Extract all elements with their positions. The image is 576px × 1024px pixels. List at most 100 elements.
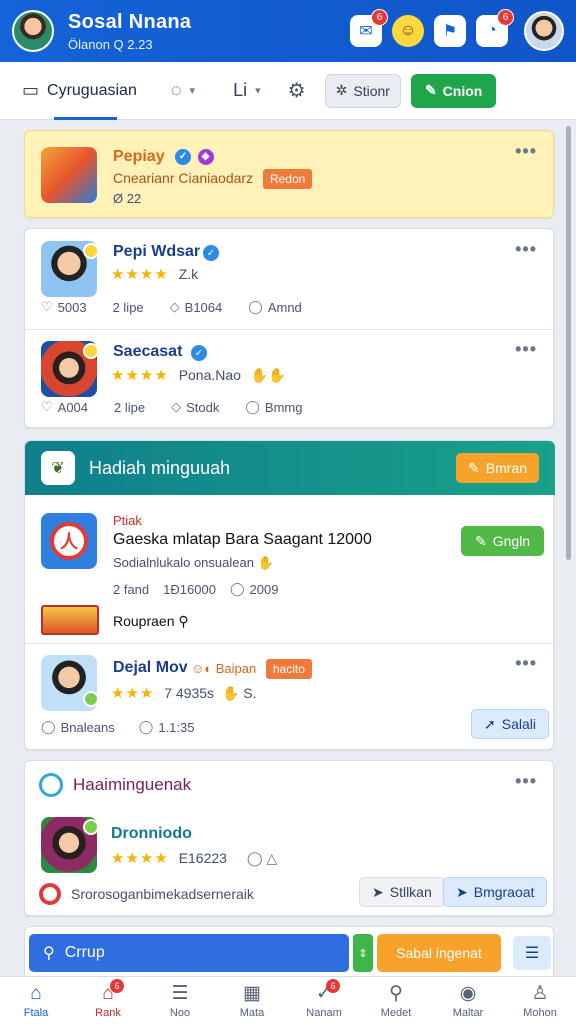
feed-card-highlighted[interactable]: ••• Pepiay ✓ ◈ Cnearianr Cianiaodarz Red… [24,130,554,218]
chat-badge: 6 [371,9,388,26]
user-rating-row: ★★★★ Z.k [111,265,198,283]
stat-shares[interactable]: 2 lipe [113,299,144,315]
stat-comments[interactable]: ◯ 2009 [230,581,278,597]
gear-icon: ⚙ [287,80,306,102]
nav-item-rank[interactable]: ⌂ 6 Rank [72,977,144,1024]
send-icon: ➤ [456,883,468,900]
comment-icon: ◯ [41,719,56,734]
scrollbar[interactable] [566,126,571,560]
green-action-button[interactable]: ✎ Cnion [410,73,497,108]
group-primary-button-label: Bmgraoat [473,884,535,900]
alarm-thumbnail[interactable]: 人 [41,513,97,569]
stat-likes[interactable]: ♡ 5003 [41,299,87,315]
post-action-button[interactable]: ✎ Gngln [461,526,545,556]
group-icon [39,773,63,797]
member-name[interactable]: Dronniodo [111,825,192,843]
notification-button[interactable]: ◔ 6 [476,9,514,47]
header-actions: ✉ 6 ☺ ⚑ ◔ 6 [350,9,564,51]
tab-filter-dropdown[interactable]: Li ▾ [225,62,269,120]
app-subtitle: Ölanon Q 2.23 [68,36,153,52]
chevron-down-icon: ▾ [189,85,196,97]
search-submit-button[interactable]: Sabal ingenat [377,934,501,972]
promo-banner-button-label: Bmran [485,460,527,476]
user-name[interactable]: Saecasat [113,343,182,361]
post-title: Gaeska mlatap Bara Saagant 12000 [113,531,372,548]
tab-cyruguasian[interactable]: ▭ Cyruguasian [14,62,145,120]
group-primary-button[interactable]: ➤ Bmgraoat [443,877,548,907]
nav-item-ftala[interactable]: ⌂ Ftala [0,977,72,1024]
settings-icon: ✲ [335,82,348,98]
group-card: ••• Haaiminguenak Dronniodo ★★★★ E16223 … [24,760,554,916]
flag-button[interactable]: ⚑ [434,15,466,47]
stat-time-value: 2 fand [113,581,150,597]
promo-banner: ❦ Hadiah minguuah ✎ Bmran [25,441,555,495]
share-icon: ➚ [484,715,496,732]
user-name[interactable]: Dejal Mov [113,659,188,677]
verified-icon: ✓ [175,148,192,165]
group-plain-button[interactable]: ➤ Stllkan [359,877,445,907]
user-stats: ♡ A004 2 lipe ◇ Stodk ◯ Bmmg [41,399,302,415]
reward-label-text: Roupraen [113,613,175,629]
user-name[interactable]: Pepi Wdsar [113,243,200,261]
app-avatar[interactable] [12,10,54,52]
nav-item-noo[interactable]: ☰ Noo [144,977,216,1024]
group-title[interactable]: Haaiminguenak [73,775,191,795]
stat-likes-value: 5003 [57,299,87,315]
member-stat: E16223 [178,850,227,866]
stat-loans[interactable]: ◯ Bnaleans [41,719,115,735]
promo-footer-button[interactable]: ➚ Salali [471,709,549,739]
stat-time[interactable]: ◯ 1.1:35 [139,719,195,735]
chevron-down-icon: ▾ [255,85,261,97]
more-options-icon[interactable]: ••• [515,653,537,674]
emoji-icon: ☺◐ [191,661,213,676]
gear-button[interactable]: ⚙ [283,77,311,105]
stat-comments[interactable]: ◯ Amnd [248,299,302,315]
nav-item-mohon[interactable]: ♙ Mohon [504,977,576,1024]
grey-action-button[interactable]: ✲ Stionr [324,73,401,108]
search-input[interactable]: ⚲ Crrup [29,934,349,972]
filter-icon: Li [233,80,248,100]
user-rating-row: ★★★ 7 4935s ✋ S. [111,684,257,702]
stat-views[interactable]: ◇ Stodk [171,399,219,415]
more-options-icon[interactable]: ••• [515,771,537,792]
comment-icon: ◯ [229,581,245,596]
nav-label: Ftala [23,1006,49,1019]
list-view-button[interactable]: ☰ [513,936,551,970]
profile-avatar[interactable] [524,11,564,51]
more-options-icon[interactable]: ••• [515,339,537,360]
nav-label: Mohon [523,1006,557,1019]
user-status-badge [83,243,99,259]
nav-item-mata[interactable]: ▦ Mata [216,977,288,1024]
more-options-icon[interactable]: ••• [515,141,537,162]
nav-badge: 6 [110,979,124,993]
user-stat: 7 4935s [164,685,215,701]
clap-icon: ✋✋ [250,367,286,383]
chat-button[interactable]: ✉ 6 [350,9,388,47]
emoji-button[interactable]: ☺ [392,15,424,47]
post-author[interactable]: Pepiay ✓ ◈ [113,148,214,166]
user-tag[interactable]: hacito [265,659,312,679]
stat-likes[interactable]: ♡ A004 [41,399,88,415]
gift-icon: ❦ [41,451,75,485]
pencil-icon: ✎ [468,459,480,476]
stat-shares[interactable]: 2 lipe [114,399,145,415]
search-toggle[interactable]: ⇕ [353,934,373,972]
stat-count: 1Ð16000 [163,581,216,597]
post-thumbnail[interactable] [41,147,97,203]
post-subtitle-text: Sodialnlukalo onsualean [113,555,254,570]
send-icon: ➤ [372,883,384,900]
nav-item-medet[interactable]: ⚲ Medet [360,977,432,1024]
stat-views[interactable]: ◇ B1064 [170,299,223,315]
reward-label: Roupraen ⚲ [113,613,189,630]
promo-banner-button[interactable]: ✎ Bmran [456,453,539,483]
stat-comments[interactable]: ◯ Bmmg [245,399,302,415]
post-tag[interactable]: Redon [262,169,313,189]
tab-chat-dropdown[interactable]: ◌ ▾ [163,62,203,120]
post-meta: Ø 22 [113,191,142,206]
rating-stars: ★★★★ [111,367,169,384]
more-options-icon[interactable]: ••• [515,239,537,260]
pin-icon: ⚲ [178,613,189,629]
nav-item-nanam[interactable]: ✓ 6 Nanam [288,977,360,1024]
home-icon: ⌂ [30,982,42,1004]
nav-item-maltar[interactable]: ◉ Maltar [432,977,504,1024]
